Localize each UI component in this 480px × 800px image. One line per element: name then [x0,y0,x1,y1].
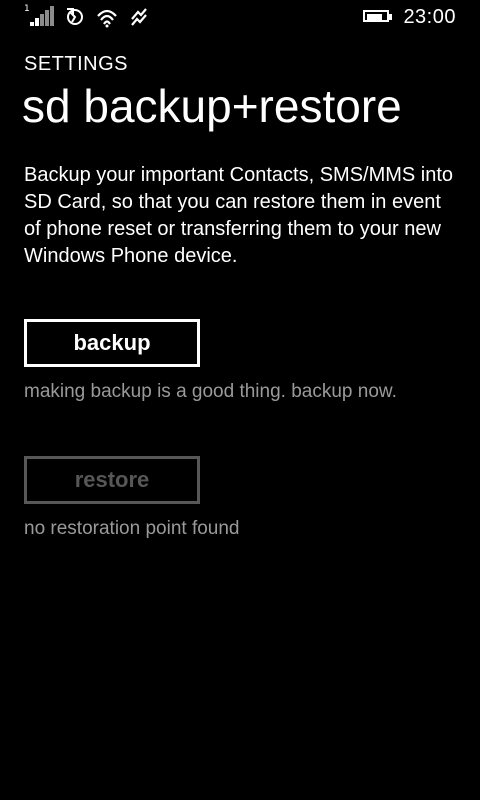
status-icons-left: 1 [24,4,150,28]
battery-icon [363,10,393,24]
sim-number: 1 [24,4,30,14]
clock: 23:00 [403,5,456,28]
settings-page: 1 23:00 SETTINGS sd backup+restore Backu… [0,0,480,800]
signal-icon: 1 [24,4,54,28]
section-label: SETTINGS [24,53,129,75]
backup-button[interactable]: backup [24,319,200,367]
page-title: sd backup+restore [22,80,402,132]
backup-hint: making backup is a good thing. backup no… [24,381,397,402]
restore-hint: no restoration point found [24,518,240,539]
status-bar: 1 23:00 [0,0,480,36]
status-icons-right: 23:00 [363,6,456,28]
wifi-icon [96,6,118,28]
description-text: Backup your important Contacts, SMS/MMS … [24,164,454,267]
sync-icon [64,6,86,28]
restore-button[interactable]: restore [24,456,200,504]
data-icon [128,6,150,28]
